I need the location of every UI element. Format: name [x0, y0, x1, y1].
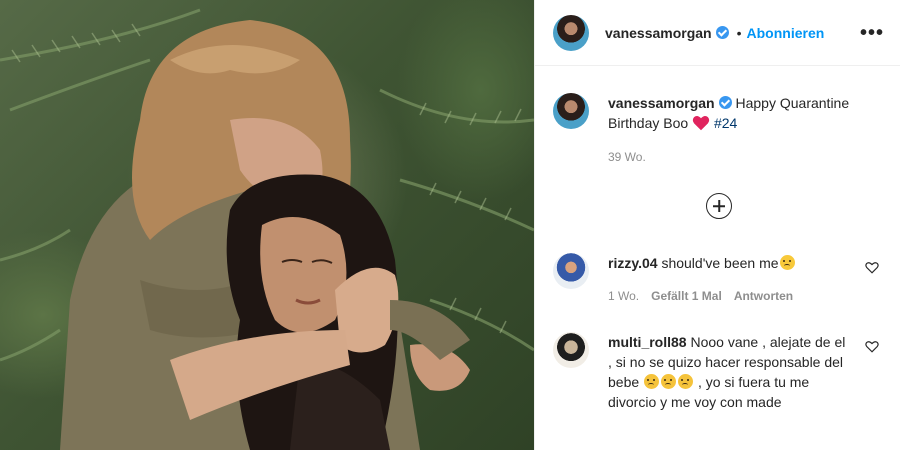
sweat-smile-emoji: [779, 255, 795, 270]
sad-emoji: [678, 374, 694, 389]
reply-button[interactable]: Antworten: [734, 286, 793, 306]
caption-avatar[interactable]: [553, 93, 589, 129]
comment-text: should've been me: [661, 255, 779, 271]
comment-body: rizzy.04 should've been me 1 Wo. Gefällt…: [608, 253, 848, 306]
author-username-wrap: vanessamorgan: [605, 25, 729, 41]
post-caption: vanessamorgan Happy Quarantine Birthday …: [535, 66, 900, 167]
author-block: vanessamorgan • Abonnieren: [553, 14, 860, 51]
plus-circle-icon[interactable]: [706, 193, 732, 219]
author-username[interactable]: vanessamorgan: [605, 25, 712, 41]
comment-meta: 1 Wo. Gefällt 1 Mal Antworten: [608, 286, 848, 306]
comment-timestamp[interactable]: 1 Wo.: [608, 286, 639, 306]
separator-bullet: •: [736, 24, 742, 41]
post-photo[interactable]: [0, 0, 534, 450]
red-heart-emoji: [692, 115, 710, 131]
caption-username[interactable]: vanessamorgan: [608, 95, 715, 111]
sad-emoji: [644, 374, 660, 389]
author-avatar[interactable]: [553, 14, 589, 51]
post-sidebar: vanessamorgan • Abonnieren ••• vanessamo…: [534, 0, 900, 450]
commenter-avatar[interactable]: [553, 253, 589, 289]
follow-button[interactable]: Abonnieren: [747, 25, 825, 41]
comment-text-continued: , yo si fuera tu me divorcio y me voy co…: [608, 374, 810, 410]
comment-likes[interactable]: Gefällt 1 Mal: [651, 286, 722, 306]
instagram-post: vanessamorgan • Abonnieren ••• vanessamo…: [0, 0, 900, 450]
more-options-icon[interactable]: •••: [860, 23, 884, 43]
commenter-username[interactable]: rizzy.04: [608, 255, 658, 271]
sad-emoji: [661, 374, 677, 389]
caption-hashtag[interactable]: #24: [714, 115, 737, 131]
caption-body: vanessamorgan Happy Quarantine Birthday …: [608, 93, 884, 167]
comment-item: multi_roll88 Nooo vane , alejate de el ,…: [553, 332, 893, 412]
comment-body: multi_roll88 Nooo vane , alejate de el ,…: [608, 332, 848, 412]
comment-item: rizzy.04 should've been me 1 Wo. Gefällt…: [553, 253, 893, 306]
verified-badge-icon: [718, 96, 732, 109]
heart-outline-icon[interactable]: [865, 340, 879, 353]
post-header: vanessamorgan • Abonnieren •••: [535, 0, 900, 66]
heart-outline-icon[interactable]: [865, 261, 879, 274]
caption-timestamp[interactable]: 39 Wo.: [608, 147, 884, 167]
couple-embrace-illustration: [0, 8, 534, 450]
commenter-avatar[interactable]: [553, 332, 589, 368]
commenter-username[interactable]: multi_roll88: [608, 334, 687, 350]
verified-badge-icon: [715, 25, 729, 39]
